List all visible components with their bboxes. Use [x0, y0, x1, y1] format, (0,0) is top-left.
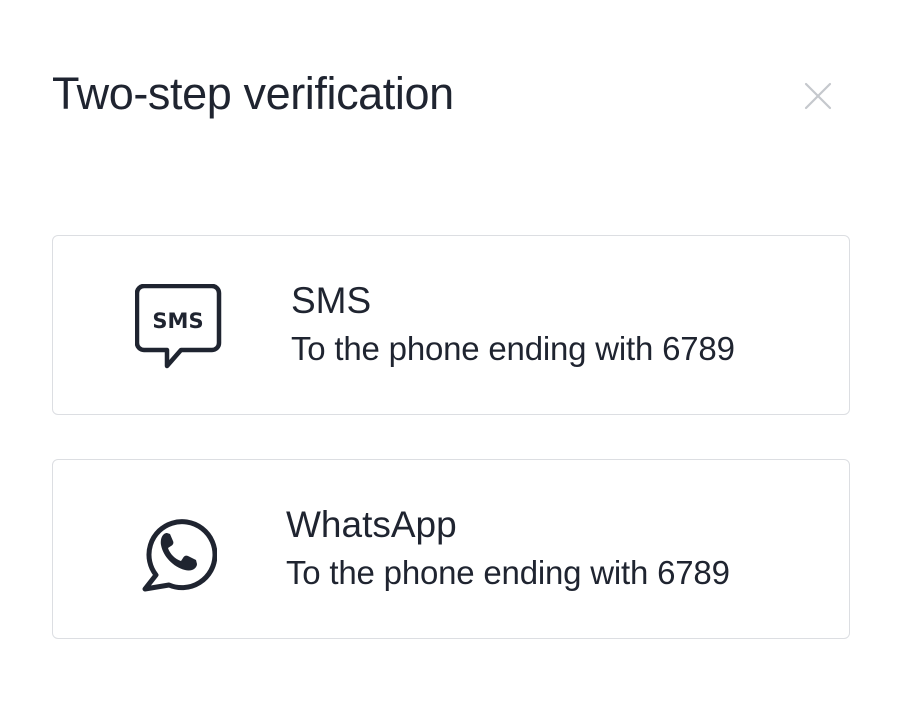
sms-option-subtitle: To the phone ending with 6789: [291, 330, 735, 367]
whatsapp-option-subtitle: To the phone ending with 6789: [286, 554, 730, 591]
sms-chat-icon: SMS: [135, 284, 222, 369]
sms-option-title: SMS: [291, 280, 372, 321]
sms-option-text: SMS To the phone ending with 6789: [291, 276, 735, 372]
sms-option[interactable]: SMS SMS To the phone ending with 6789: [52, 235, 850, 415]
sms-icon-label: SMS: [152, 309, 203, 333]
two-step-verification-dialog: Two-step verification SMS SMS To the pho…: [0, 0, 907, 702]
whatsapp-icon: [142, 519, 217, 592]
dialog-title: Two-step verification: [52, 68, 454, 119]
whatsapp-option-text: WhatsApp To the phone ending with 6789: [286, 500, 730, 596]
close-button[interactable]: [790, 68, 846, 124]
whatsapp-option-title: WhatsApp: [286, 504, 457, 545]
close-icon: [804, 82, 832, 110]
whatsapp-option[interactable]: WhatsApp To the phone ending with 6789: [52, 459, 850, 639]
